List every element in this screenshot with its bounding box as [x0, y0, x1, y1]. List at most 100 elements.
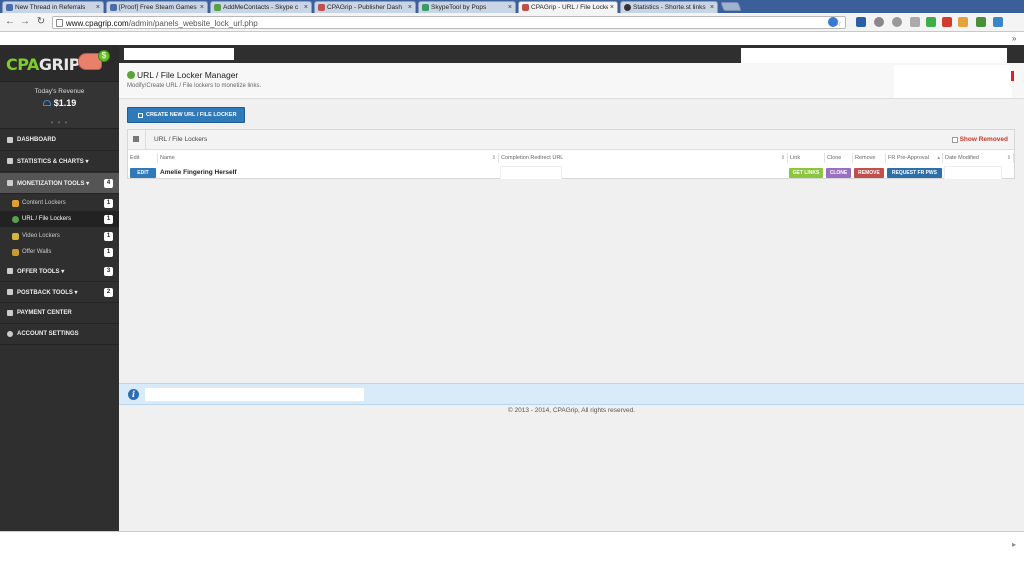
extension-icon[interactable]: [892, 17, 902, 27]
show-removed-toggle[interactable]: Show Removed: [951, 136, 1008, 143]
nav-postback-tools[interactable]: POSTBACK TOOLS ▾ 2: [0, 282, 119, 303]
extension-icon[interactable]: [976, 17, 986, 27]
nav-offer-tools[interactable]: OFFER TOOLS ▾ 3: [0, 261, 119, 282]
browser-tab-4[interactable]: CPAGrip - Publisher Dash ×: [314, 1, 416, 13]
tab-favicon-icon: [214, 4, 221, 11]
globe-icon: [127, 71, 135, 79]
tab-close-icon[interactable]: ×: [710, 4, 714, 11]
payment-icon: [7, 310, 13, 316]
browser-tab-7[interactable]: Statistics - Shorte.st links ×: [620, 1, 718, 13]
browser-tab-6[interactable]: CPAGrip - URL / File Locke ×: [518, 1, 618, 13]
browser-tab-3[interactable]: AddMeContacts - Skype c ×: [210, 1, 312, 13]
address-bar[interactable]: www.cpagrip.com/admin/panels_website_loc…: [52, 16, 846, 29]
browser-tab-5[interactable]: SkypeTool by Pops ×: [418, 1, 516, 13]
gauge-icon: [42, 100, 51, 106]
nav-payment-center[interactable]: PAYMENT CENTER: [0, 303, 119, 324]
extension-icon[interactable]: [828, 17, 838, 27]
tab-favicon-icon: [110, 4, 117, 11]
extension-icon[interactable]: [856, 17, 866, 27]
extension-icon[interactable]: [993, 17, 1003, 27]
back-icon[interactable]: ←: [4, 16, 16, 28]
cpagrip-logo[interactable]: CPAGRIP $: [0, 45, 119, 81]
count-badge: 2: [104, 288, 113, 297]
sort-up-icon[interactable]: ▴: [937, 153, 940, 163]
extension-icon[interactable]: [874, 17, 884, 27]
show-removed-label: Show Removed: [959, 136, 1008, 143]
subnav-label: Offer Walls: [22, 249, 52, 255]
page-title: URL / File Locker Manager: [137, 70, 239, 80]
col-label: Clone: [827, 155, 842, 161]
page-header: URL / File Locker Manager Modify/Create …: [119, 63, 1024, 99]
tab-close-icon[interactable]: ×: [508, 4, 512, 11]
request-fr-button[interactable]: REQUEST FR PWS: [887, 168, 942, 178]
subnav-video-lockers[interactable]: Video Lockers 1: [0, 228, 119, 244]
remove-label: REMOVE: [858, 170, 880, 176]
subnav-url-file-lockers[interactable]: URL / File Lockers 1: [0, 211, 119, 227]
revenue-value: $1.19: [53, 98, 77, 108]
tab-close-icon[interactable]: ×: [304, 4, 308, 11]
panel-header: URL / File Lockers Show Removed: [128, 130, 1014, 150]
tab-close-icon[interactable]: ×: [96, 4, 100, 11]
col-clone: Clone: [825, 153, 853, 163]
browser-tab-1[interactable]: New Thread in Referrals ×: [2, 1, 104, 13]
nav-statistics-charts[interactable]: STATISTICS & CHARTS ▾: [0, 151, 119, 172]
clone-button[interactable]: CLONE: [826, 168, 851, 178]
nav-dashboard[interactable]: DASHBOARD: [0, 130, 119, 151]
show-removed-checkbox[interactable]: [951, 136, 958, 143]
remove-button[interactable]: REMOVE: [854, 168, 884, 178]
url-path: /admin/panels_website_lock_url.php: [128, 19, 258, 28]
nav-label: PAYMENT CENTER: [17, 310, 72, 316]
extension-icon[interactable]: [926, 17, 936, 27]
get-links-button[interactable]: GET LINKS: [789, 168, 823, 178]
chart-icon: [7, 158, 13, 164]
sidebar: CPAGRIP $ Today's Revenue $1.19 • • • DA…: [0, 45, 119, 531]
create-locker-button[interactable]: CREATE NEW URL / FILE LOCKER: [127, 107, 245, 123]
chrome-overflow-icon[interactable]: »: [1012, 34, 1016, 43]
subnav-content-lockers[interactable]: Content Lockers 1: [0, 195, 119, 211]
forward-icon[interactable]: →: [19, 16, 31, 28]
scroll-down-icon[interactable]: ▸: [1012, 540, 1016, 549]
nav-label: ACCOUNT SETTINGS: [17, 331, 79, 337]
get-links-label: GET LINKS: [792, 170, 820, 176]
col-label: Remove: [855, 155, 876, 161]
subnav-offer-walls[interactable]: Offer Walls 1: [0, 244, 119, 260]
extension-icon[interactable]: [942, 17, 952, 27]
edit-button[interactable]: EDIT: [130, 168, 156, 178]
sort-icon[interactable]: ⇕: [1007, 153, 1011, 163]
browser-tab-strip: New Thread in Referrals × [Proof] Free S…: [0, 0, 1024, 13]
request-fr-label: REQUEST FR PWS: [891, 170, 937, 176]
count-badge: 4: [104, 179, 113, 188]
locker-name: Amelie Fingering Herself: [160, 169, 237, 176]
col-fr-preapproval[interactable]: FR Pre-Approval ▴: [886, 153, 943, 163]
cloud-icon: [7, 289, 13, 295]
col-redirect-url[interactable]: Completion Redirect URL ⇕: [499, 153, 788, 163]
tab-close-icon[interactable]: ×: [200, 4, 204, 11]
tab-close-icon[interactable]: ×: [610, 4, 614, 11]
col-link: Link: [788, 153, 825, 163]
url-domain: www.cpagrip.com: [66, 19, 129, 28]
col-name[interactable]: Name ⇕: [158, 153, 499, 163]
list-icon: [133, 136, 139, 142]
edit-label: EDIT: [137, 170, 149, 176]
wall-icon: [12, 248, 19, 256]
sort-icon[interactable]: ⇕: [781, 153, 785, 163]
page-title-row: URL / File Locker Manager: [127, 70, 238, 80]
nav-monetization-tools[interactable]: MONETIZATION TOOLS ▾ 4: [0, 173, 119, 194]
col-remove: Remove: [853, 153, 886, 163]
tab-title: CPAGrip - URL / File Locke: [531, 4, 608, 11]
col-label: Link: [790, 155, 801, 161]
tab-close-icon[interactable]: ×: [408, 4, 412, 11]
browser-tab-2[interactable]: [Proof] Free Steam Games ×: [106, 1, 208, 13]
nav-label: DASHBOARD: [17, 137, 56, 143]
extension-icon[interactable]: [910, 17, 920, 27]
revenue-value-row: $1.19: [0, 98, 119, 108]
nav-account-settings[interactable]: ACCOUNT SETTINGS: [0, 324, 119, 345]
url-text[interactable]: www.cpagrip.com/admin/panels_website_loc…: [66, 18, 258, 29]
sort-icon[interactable]: ⇕: [492, 153, 496, 163]
col-date-modified[interactable]: Date Modified ⇕: [943, 153, 1014, 163]
new-tab-button[interactable]: [720, 2, 742, 11]
reload-icon[interactable]: ↻: [35, 16, 47, 28]
top-bar-blank-field: [124, 48, 234, 60]
extension-icon[interactable]: [958, 17, 968, 27]
create-button-label: CREATE NEW URL / FILE LOCKER: [146, 112, 237, 118]
